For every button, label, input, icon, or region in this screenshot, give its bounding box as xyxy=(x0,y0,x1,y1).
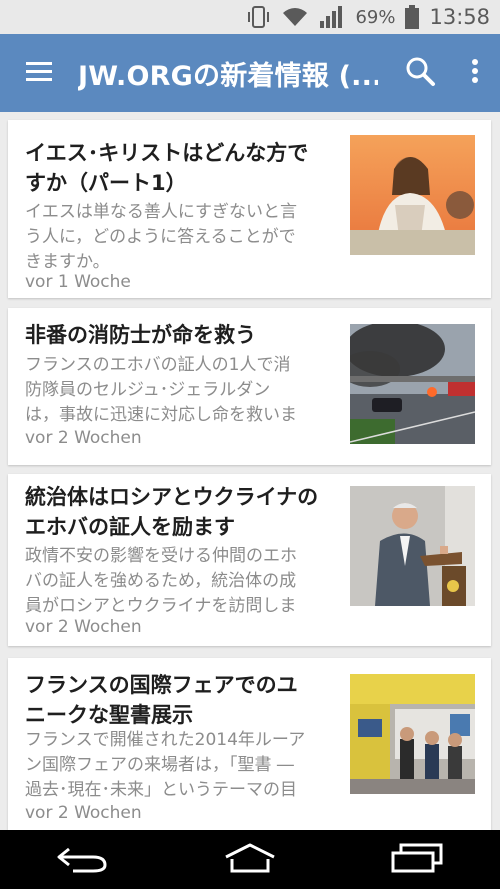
article-title: 非番の消防士が命を救う xyxy=(25,323,256,347)
menu-button[interactable] xyxy=(0,34,78,112)
recent-apps-icon xyxy=(389,843,445,877)
article-card[interactable]: 統治体はロシアとウクライナの エホバの証人を励ます 政情不安の影響を受ける仲間の… xyxy=(8,474,491,646)
article-time: vor 1 Woche xyxy=(25,272,131,292)
article-feed[interactable]: イエス･キリストはどんな方で すか（パート1） イエスは単なる善人にすぎないと言… xyxy=(0,112,500,830)
article-time: vor 2 Wochen xyxy=(25,803,142,823)
article-thumbnail[interactable] xyxy=(350,486,475,606)
hamburger-icon xyxy=(25,60,53,86)
article-thumbnail[interactable] xyxy=(350,674,475,794)
back-icon xyxy=(55,843,111,877)
search-icon xyxy=(404,55,436,91)
battery-percent: 69% xyxy=(355,6,396,28)
status-bar: 69% 13:58 xyxy=(0,0,500,34)
search-button[interactable] xyxy=(390,34,450,112)
back-button[interactable] xyxy=(23,830,143,889)
article-description: イエスは単なる善人にすぎないと言 う人に，どのように答えることがで きますか。 xyxy=(25,202,297,272)
home-button[interactable] xyxy=(190,830,310,889)
app-bar: JW.ORGの新着情報 (... xyxy=(0,34,500,112)
article-time: vor 2 Wochen xyxy=(25,428,142,448)
article-thumbnail[interactable] xyxy=(350,135,475,255)
phone-vibrate-icon xyxy=(245,4,271,30)
article-card[interactable]: 非番の消防士が命を救う フランスのエホバの証人の1人で消 防隊員のセルジュ･ジェ… xyxy=(8,308,491,465)
navigation-bar xyxy=(0,830,500,889)
wifi-icon xyxy=(281,6,309,28)
app-title: JW.ORGの新着情報 (... xyxy=(78,60,378,92)
home-icon xyxy=(222,843,278,877)
article-description: 政情不安の影響を受ける仲間のエホ バの証人を強めるため，統治体の成 員がロシアと… xyxy=(25,546,297,616)
signal-icon xyxy=(319,5,345,29)
clock: 13:58 xyxy=(429,5,490,29)
recent-apps-button[interactable] xyxy=(357,830,477,889)
article-description: フランスのエホバの証人の1人で消 防隊員のセルジュ･ジェラルダン は，事故に迅速… xyxy=(25,355,297,425)
article-title: イエス･キリストはどんな方で すか（パート1） xyxy=(25,141,309,195)
battery-icon xyxy=(405,5,420,29)
article-description: フランスで開催された2014年ルーア ン国際フェアの来場者は，「聖書 ― 過去･… xyxy=(25,730,306,800)
more-vertical-icon xyxy=(471,58,479,88)
article-title: 統治体はロシアとウクライナの エホバの証人を励ます xyxy=(25,485,319,539)
article-thumbnail[interactable] xyxy=(350,324,475,444)
overflow-menu-button[interactable] xyxy=(450,34,500,112)
article-card[interactable]: イエス･キリストはどんな方で すか（パート1） イエスは単なる善人にすぎないと言… xyxy=(8,120,491,298)
article-title: フランスの国際フェアでのユ ニークな聖書展示 xyxy=(25,673,298,727)
article-time: vor 2 Wochen xyxy=(25,617,142,637)
article-card[interactable]: フランスの国際フェアでのユ ニークな聖書展示 フランスで開催された2014年ルー… xyxy=(8,658,491,830)
